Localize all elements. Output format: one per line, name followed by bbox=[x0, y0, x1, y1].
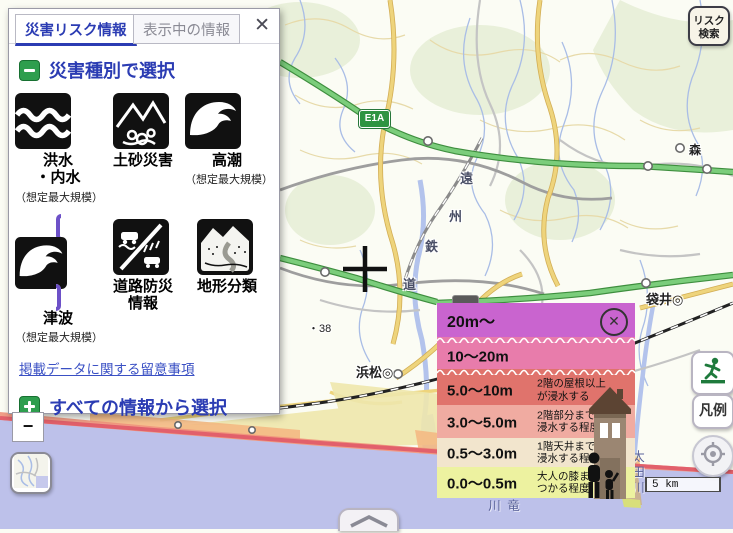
expressway-badge-e1a: E1A bbox=[359, 110, 390, 128]
legend-range: 0.0〜0.5m bbox=[447, 472, 517, 493]
overview-map-button[interactable] bbox=[10, 452, 52, 494]
data-notes-link[interactable]: 掲載データに関する留意事項 bbox=[19, 358, 195, 378]
evacuation-site-button[interactable] bbox=[691, 351, 733, 395]
disaster-type-tsunami[interactable]: 津波 （想定最大規模） bbox=[15, 219, 101, 345]
elevation-point-label: ・38 bbox=[308, 320, 331, 336]
tsunami-depth-legend: 20m〜 ✕ 10〜20m 5.0〜10m 2階の屋根以上が浸水する 3.0〜5… bbox=[437, 303, 635, 498]
chevron-up-icon bbox=[347, 514, 391, 528]
disaster-type-flood[interactable]: 洪水・内水 （想定最大規模） bbox=[15, 93, 101, 205]
close-icon[interactable]: ✕ bbox=[254, 15, 270, 37]
panel-tabbar: 災害リスク情報 表示中の情報 ✕ bbox=[9, 9, 279, 44]
storm-surge-icon bbox=[185, 93, 269, 149]
legend-range: 10〜20m bbox=[447, 346, 509, 367]
adult-and-child-figures bbox=[583, 452, 619, 500]
collapse-icon[interactable] bbox=[19, 60, 40, 81]
road-disaster-icon bbox=[113, 219, 173, 275]
disaster-risk-panel: 災害リスク情報 表示中の情報 ✕ 災害種別で選択 洪水・内水 （想定最大規模） bbox=[8, 8, 280, 414]
railway-label-char: 遠 bbox=[460, 168, 473, 187]
disaster-type-grid-row1: 洪水・内水 （想定最大規模） 土砂災害 高潮 （想定最大規模） bbox=[15, 93, 275, 205]
section-title: 災害種別で選択 bbox=[49, 57, 175, 83]
landslide-icon bbox=[113, 93, 173, 149]
gps-crosshair-icon bbox=[700, 441, 726, 467]
town-label-mori: 森 bbox=[689, 141, 701, 158]
legend-range: 0.5〜3.0m bbox=[447, 442, 517, 463]
disaster-type-road-disaster[interactable]: 道路防災情報 bbox=[113, 219, 173, 345]
disaster-type-landslide[interactable]: 土砂災害 bbox=[113, 93, 173, 205]
minimap-icon bbox=[14, 454, 48, 488]
running-person-icon bbox=[698, 356, 728, 386]
railway-label-char: 鉄 bbox=[425, 236, 438, 255]
legend-toggle-button[interactable]: 凡例 bbox=[692, 394, 733, 429]
disaster-type-storm-surge[interactable]: 高潮 （想定最大規模） bbox=[185, 93, 269, 205]
map-scale-bar: 5 km bbox=[645, 477, 721, 492]
tab-disaster-risk-info[interactable]: 災害リスク情報 bbox=[15, 14, 137, 46]
disaster-type-landform[interactable]: 地形分類 bbox=[197, 219, 257, 345]
city-label-hamamatsu: 浜松◎ bbox=[356, 362, 393, 381]
landform-icon bbox=[197, 219, 257, 275]
railway-label-char: 州 bbox=[449, 206, 462, 225]
current-location-button[interactable] bbox=[692, 435, 733, 477]
risk-search-button[interactable]: リスク 検索 bbox=[688, 6, 730, 46]
river-label-tenryu: 竜川 bbox=[484, 499, 522, 529]
tab-displayed-info[interactable]: 表示中の情報 bbox=[133, 14, 240, 44]
footer-expand-button[interactable] bbox=[338, 508, 399, 531]
flood-icon bbox=[15, 93, 101, 149]
section-title: すべての情報から選択 bbox=[49, 394, 227, 420]
disaster-type-grid-row2: 津波 （想定最大規模） 道路防災情報 bbox=[15, 219, 275, 345]
city-label-fukuroi: 袋井◎ bbox=[646, 289, 683, 308]
legend-range: 20m〜 bbox=[447, 308, 495, 332]
section-select-by-disaster-type[interactable]: 災害種別で選択 bbox=[19, 57, 279, 83]
legend-range: 3.0〜5.0m bbox=[447, 411, 517, 432]
section-select-from-all[interactable]: すべての情報から選択 bbox=[19, 394, 279, 420]
legend-close-icon[interactable]: ✕ bbox=[600, 308, 628, 336]
tsunami-icon bbox=[15, 214, 101, 311]
legend-row: 20m〜 ✕ bbox=[437, 303, 635, 337]
legend-range: 5.0〜10m bbox=[447, 380, 513, 401]
legend-row: 10〜20m bbox=[437, 343, 635, 369]
zoom-out-button[interactable]: − bbox=[12, 412, 44, 442]
railway-label-char: 道 bbox=[403, 274, 416, 293]
